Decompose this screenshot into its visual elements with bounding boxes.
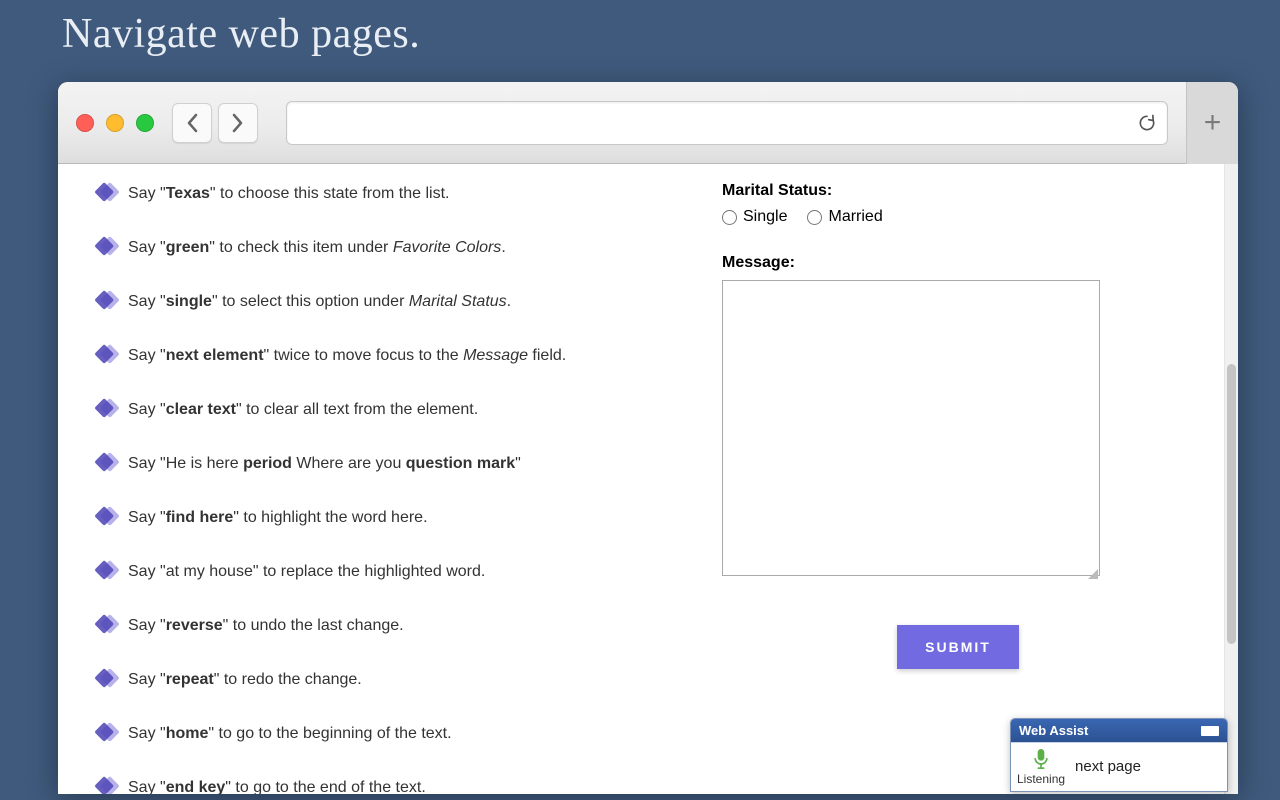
instruction-item: Say "home" to go to the beginning of the… xyxy=(100,722,660,746)
instruction-text: Say "single" to select this option under… xyxy=(128,293,511,310)
instruction-text: Say "at my house" to replace the highlig… xyxy=(128,563,485,580)
instruction-text: Say "home" to go to the beginning of the… xyxy=(128,725,452,742)
diamond-bullet-icon xyxy=(97,722,117,742)
maximize-window-icon[interactable] xyxy=(136,114,154,132)
back-button[interactable] xyxy=(172,103,212,143)
diamond-bullet-icon xyxy=(97,344,117,364)
web-assist-title: Web Assist xyxy=(1019,723,1088,738)
instruction-item: Say "end key" to go to the end of the te… xyxy=(100,776,660,794)
chevron-right-icon xyxy=(231,113,245,133)
instruction-text: Say "green" to check this item under Fav… xyxy=(128,239,506,256)
radio-label: Single xyxy=(743,208,787,226)
diamond-bullet-icon xyxy=(97,398,117,418)
scrollbar-thumb[interactable] xyxy=(1227,364,1236,644)
radio-married[interactable] xyxy=(807,210,822,225)
diamond-bullet-icon xyxy=(97,452,117,472)
diamond-bullet-icon xyxy=(97,236,117,256)
instruction-item: Say "at my house" to replace the highlig… xyxy=(100,560,660,584)
instruction-item: Say "clear text" to clear all text from … xyxy=(100,398,660,422)
web-assist-status: Listening xyxy=(1017,773,1065,785)
diamond-bullet-icon xyxy=(97,182,117,202)
plus-icon: + xyxy=(1204,106,1222,140)
browser-viewport: Say "Texas" to choose this state from th… xyxy=(58,164,1238,794)
minimize-icon[interactable] xyxy=(1201,726,1219,736)
diamond-bullet-icon xyxy=(97,614,117,634)
diamond-bullet-icon xyxy=(97,668,117,688)
scrollbar-track[interactable] xyxy=(1224,164,1238,794)
message-label: Message: xyxy=(722,254,1194,272)
web-assist-header[interactable]: Web Assist xyxy=(1011,719,1227,742)
instruction-item: Say "reverse" to undo the last change. xyxy=(100,614,660,638)
instruction-text: Say "clear text" to clear all text from … xyxy=(128,401,478,418)
diamond-bullet-icon xyxy=(97,290,117,310)
instruction-list: Say "Texas" to choose this state from th… xyxy=(100,182,660,794)
instruction-text: Say "next element" twice to move focus t… xyxy=(128,347,566,364)
page-title: Navigate web pages. xyxy=(62,10,1280,58)
forward-button[interactable] xyxy=(218,103,258,143)
instruction-item: Say "green" to check this item under Fav… xyxy=(100,236,660,260)
instruction-item: Say "next element" twice to move focus t… xyxy=(100,344,660,368)
instruction-item: Say "Texas" to choose this state from th… xyxy=(100,182,660,206)
instruction-text: Say "end key" to go to the end of the te… xyxy=(128,779,426,794)
web-assist-command: next page xyxy=(1075,758,1141,775)
instruction-text: Say "He is here period Where are you que… xyxy=(128,455,521,472)
form-column: Marital Status: Single Married Message: xyxy=(714,182,1194,794)
marital-option-married[interactable]: Married xyxy=(807,208,882,226)
instruction-text: Say "reverse" to undo the last change. xyxy=(128,617,404,634)
microphone-icon xyxy=(1031,747,1051,771)
diamond-bullet-icon xyxy=(97,560,117,580)
marital-status-label: Marital Status: xyxy=(722,182,1194,200)
instructions-column: Say "Texas" to choose this state from th… xyxy=(100,182,660,794)
marital-option-single[interactable]: Single xyxy=(722,208,787,226)
instruction-item: Say "He is here period Where are you que… xyxy=(100,452,660,476)
reload-icon[interactable] xyxy=(1137,113,1157,133)
instruction-item: Say "single" to select this option under… xyxy=(100,290,660,314)
instruction-text: Say "find here" to highlight the word he… xyxy=(128,509,428,526)
message-textarea[interactable] xyxy=(722,280,1100,576)
web-assist-widget[interactable]: Web Assist Listening next page xyxy=(1010,718,1228,792)
browser-chrome: + xyxy=(58,82,1238,164)
close-window-icon[interactable] xyxy=(76,114,94,132)
chevron-left-icon xyxy=(185,113,199,133)
address-input[interactable] xyxy=(297,114,1137,131)
diamond-bullet-icon xyxy=(97,776,117,794)
submit-button[interactable]: SUBMIT xyxy=(897,625,1019,669)
web-assist-body: Listening next page xyxy=(1011,742,1227,791)
instruction-text: Say "Texas" to choose this state from th… xyxy=(128,185,449,202)
instruction-item: Say "repeat" to redo the change. xyxy=(100,668,660,692)
traffic-lights xyxy=(76,114,154,132)
instruction-text: Say "repeat" to redo the change. xyxy=(128,671,362,688)
radio-label: Married xyxy=(828,208,882,226)
instruction-item: Say "find here" to highlight the word he… xyxy=(100,506,660,530)
new-tab-button[interactable]: + xyxy=(1186,82,1238,164)
diamond-bullet-icon xyxy=(97,506,117,526)
marital-status-group: Single Married xyxy=(722,208,1194,226)
radio-single[interactable] xyxy=(722,210,737,225)
address-bar[interactable] xyxy=(286,101,1168,145)
minimize-window-icon[interactable] xyxy=(106,114,124,132)
browser-window: + Say "Texas" to choose this state from … xyxy=(58,82,1238,794)
